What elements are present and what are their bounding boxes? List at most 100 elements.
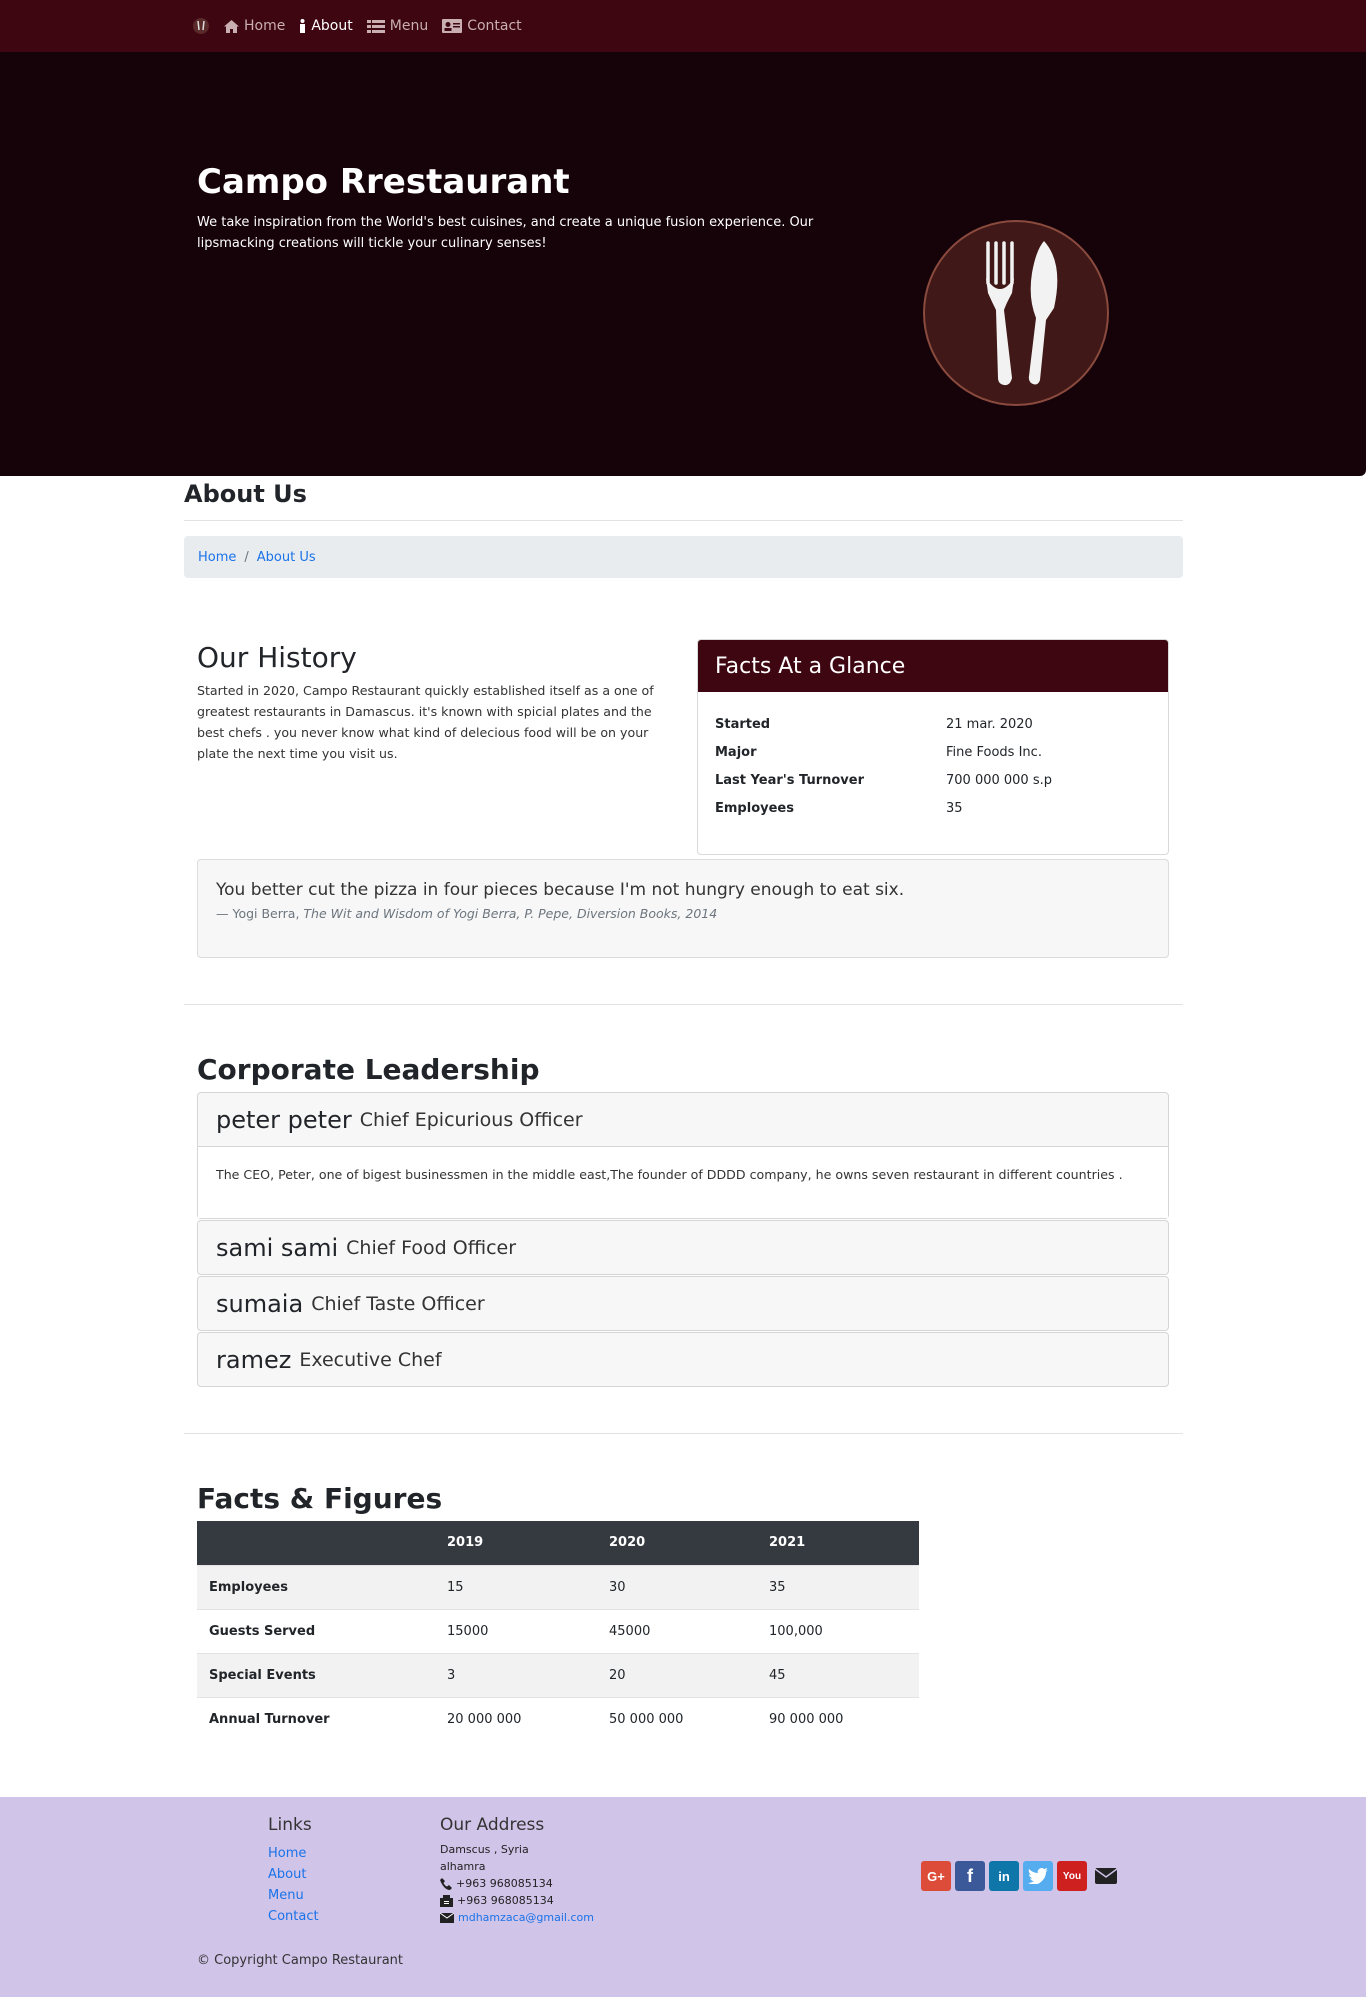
leader-name: peter peter bbox=[216, 1105, 352, 1134]
address-line: Damscus , Syria bbox=[440, 1843, 529, 1856]
leader-panel[interactable]: peter peter Chief Epicurious Officer The … bbox=[197, 1092, 1169, 1219]
table-header-cell: 2020 bbox=[597, 1521, 757, 1565]
table-header-cell: 2021 bbox=[757, 1521, 919, 1565]
leader-header[interactable]: ramez Executive Chef bbox=[198, 1333, 1168, 1386]
email-link[interactable]: mdhamzaca@gmail.com bbox=[458, 1909, 594, 1926]
history-row: Our History Started in 2020, Campo Resta… bbox=[184, 639, 1183, 859]
facts-value: Fine Foods Inc. bbox=[946, 744, 1042, 760]
footer-link-menu[interactable]: Menu bbox=[268, 1885, 319, 1906]
fax-icon bbox=[440, 1894, 453, 1907]
nav-menu[interactable]: Menu bbox=[366, 18, 429, 34]
leader-header[interactable]: sumaia Chief Taste Officer bbox=[198, 1277, 1168, 1330]
table-cell: 35 bbox=[757, 1564, 919, 1609]
youtube-icon[interactable]: You bbox=[1057, 1861, 1087, 1891]
google-plus-icon[interactable]: G+ bbox=[921, 1861, 951, 1891]
fax-line: +963 968085134 bbox=[440, 1892, 594, 1909]
table-cell: 20 bbox=[597, 1652, 757, 1697]
table-cell: 45000 bbox=[597, 1608, 757, 1653]
divider bbox=[184, 1004, 1183, 1005]
table-cell: 15 bbox=[435, 1564, 597, 1609]
figures-title: Facts & Figures bbox=[197, 1482, 443, 1515]
facts-value: 700 000 000 s.p bbox=[946, 772, 1052, 788]
facts-list: Started 21 mar. 2020 Major Fine Foods Inc.… bbox=[698, 692, 1168, 822]
leader-name: ramez bbox=[216, 1345, 292, 1374]
table-header-row: 2019 2020 2021 bbox=[197, 1521, 919, 1565]
navbar: Home About Menu Contact bbox=[0, 0, 1366, 52]
table-cell: Annual Turnover bbox=[197, 1696, 435, 1741]
footer-link-about[interactable]: About bbox=[268, 1864, 319, 1885]
table-row: Special Events 3 20 45 bbox=[197, 1652, 919, 1697]
table-cell: Special Events bbox=[197, 1652, 435, 1697]
blockquote: You better cut the pizza in four pieces … bbox=[197, 859, 1169, 958]
table-cell: 3 bbox=[435, 1652, 597, 1697]
table-row: Annual Turnover 20 000 000 50 000 000 90… bbox=[197, 1696, 919, 1741]
brand-logo-icon[interactable] bbox=[190, 15, 212, 37]
breadcrumb-home[interactable]: Home bbox=[198, 550, 236, 565]
linkedin-icon[interactable]: in bbox=[989, 1861, 1019, 1891]
table-row: Guests Served 15000 45000 100,000 bbox=[197, 1608, 919, 1653]
fax-number: +963 968085134 bbox=[457, 1894, 554, 1907]
facts-title: Facts At a Glance bbox=[698, 640, 1168, 692]
social-buttons: G+ f in You bbox=[921, 1861, 1125, 1891]
site-tagline: We take inspiration from the World's bes… bbox=[197, 215, 814, 251]
breadcrumb-about[interactable]: About Us bbox=[257, 550, 316, 565]
table-cell: Guests Served bbox=[197, 1608, 435, 1653]
nav-contact-label: Contact bbox=[467, 18, 522, 34]
facts-value: 21 mar. 2020 bbox=[946, 716, 1033, 732]
facts-row: Employees 35 bbox=[715, 794, 1151, 822]
address-line: alhamra bbox=[440, 1860, 486, 1873]
main-container: About Us Home / About Us Our History Sta… bbox=[184, 476, 1183, 1741]
facts-key: Started bbox=[715, 716, 771, 732]
table-cell: 90 000 000 bbox=[757, 1696, 919, 1741]
leader-bio: The CEO, Peter, one of bigest businessme… bbox=[198, 1146, 1168, 1218]
mail-icon[interactable] bbox=[1091, 1861, 1121, 1891]
facts-key: Last Year's Turnover bbox=[715, 772, 864, 788]
address-card-icon bbox=[442, 19, 463, 33]
footer-links-title: Links bbox=[268, 1815, 312, 1835]
quote-text: You better cut the pizza in four pieces … bbox=[216, 880, 905, 900]
leader-role: Chief Food Officer bbox=[346, 1236, 517, 1259]
footer-address-title: Our Address bbox=[440, 1815, 545, 1835]
list-icon bbox=[366, 19, 385, 33]
phone-icon bbox=[440, 1877, 452, 1890]
nav-about[interactable]: About bbox=[299, 18, 353, 34]
footer-link-contact[interactable]: Contact bbox=[268, 1906, 319, 1927]
table-cell: 15000 bbox=[435, 1608, 597, 1653]
leader-header[interactable]: peter peter Chief Epicurious Officer bbox=[198, 1093, 1168, 1146]
nav-contact[interactable]: Contact bbox=[442, 18, 522, 34]
facts-value: 35 bbox=[946, 800, 963, 816]
nav-about-label: About bbox=[311, 18, 353, 34]
figures-table: 2019 2020 2021 Employees 15 30 35 Guests… bbox=[197, 1521, 919, 1741]
copyright: © Copyright Campo Restaurant bbox=[197, 1953, 404, 1968]
leader-role: Chief Epicurious Officer bbox=[359, 1108, 583, 1131]
leader-panel[interactable]: sumaia Chief Taste Officer bbox=[197, 1276, 1169, 1331]
nav-menu-label: Menu bbox=[389, 18, 429, 34]
table-cell: 30 bbox=[597, 1564, 757, 1609]
envelope-icon bbox=[440, 1912, 454, 1923]
page-title: About Us bbox=[184, 480, 307, 508]
phone-number: +963 968085134 bbox=[456, 1877, 553, 1890]
table-cell: 100,000 bbox=[757, 1608, 919, 1653]
jumbotron: Campo Rrestaurant We take inspiration fr… bbox=[0, 52, 1366, 476]
history-title: Our History bbox=[197, 641, 357, 674]
twitter-icon[interactable] bbox=[1023, 1861, 1053, 1891]
divider bbox=[184, 520, 1183, 521]
info-icon bbox=[300, 19, 306, 33]
nav-home[interactable]: Home bbox=[224, 18, 285, 34]
table-cell: Employees bbox=[197, 1564, 435, 1609]
leader-panel[interactable]: ramez Executive Chef bbox=[197, 1332, 1169, 1387]
facebook-icon[interactable]: f bbox=[955, 1861, 985, 1891]
footer-link-home[interactable]: Home bbox=[268, 1843, 319, 1864]
table-row: Employees 15 30 35 bbox=[197, 1564, 919, 1609]
facts-key: Employees bbox=[715, 800, 794, 816]
footer-address: Our Address Damscus , Syria alhamra +963… bbox=[440, 1815, 594, 1926]
history-text: Started in 2020, Campo Restaurant quickl… bbox=[197, 683, 654, 761]
leader-role: Chief Taste Officer bbox=[311, 1292, 485, 1315]
leader-panel[interactable]: sami sami Chief Food Officer bbox=[197, 1220, 1169, 1275]
table-header-cell: 2019 bbox=[435, 1521, 597, 1565]
breadcrumb: Home / About Us bbox=[184, 536, 1183, 578]
history-section: Our History Started in 2020, Campo Resta… bbox=[197, 639, 667, 764]
leader-header[interactable]: sami sami Chief Food Officer bbox=[198, 1221, 1168, 1274]
quote-source: — Yogi Berra, The Wit and Wisdom of Yogi… bbox=[216, 906, 1150, 921]
quote-citation: The Wit and Wisdom of Yogi Berra, P. Pep… bbox=[303, 906, 718, 921]
